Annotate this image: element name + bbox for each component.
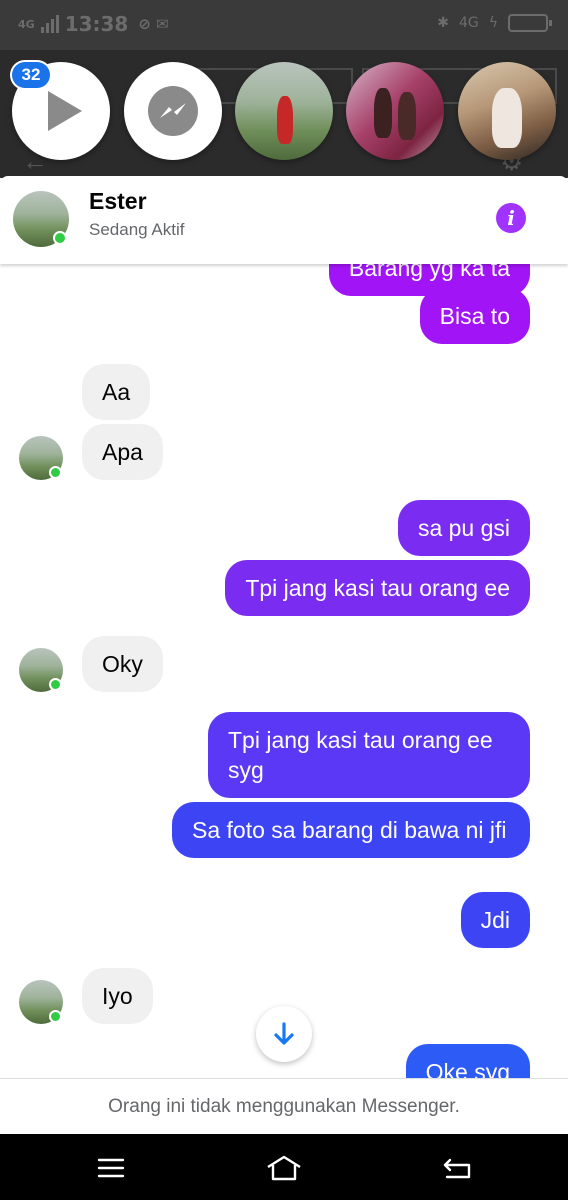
message-bubble-sent[interactable]: Tpi jang kasi tau orang ee syg — [208, 712, 530, 798]
message-bubble-sent[interactable]: Sa foto sa barang di bawa ni jfi — [172, 802, 530, 858]
menu-icon[interactable] — [91, 1152, 131, 1184]
arrow-down-icon — [274, 1022, 294, 1045]
message-bubble-sent[interactable]: Oke syg — [405, 1044, 530, 1078]
contact-status: Sedang Aktif — [89, 220, 185, 239]
home-icon[interactable] — [264, 1152, 304, 1184]
system-navigation-bar — [0, 1134, 568, 1200]
status-bar: 4G 13:38 ⊘ ✉ ✱ 4G ϟ — [0, 0, 568, 50]
notification-badge: 32 — [12, 62, 50, 88]
online-indicator — [49, 466, 62, 479]
scroll-to-bottom-button[interactable] — [256, 1006, 312, 1062]
message-thread[interactable]: Barang yg ka ta Bisa to Aa Apa sa pu gsi… — [0, 264, 568, 1078]
contact-chat-head-3[interactable] — [458, 62, 556, 160]
network-type: 4G — [18, 17, 35, 31]
message-bubble-received[interactable]: Oky — [82, 636, 163, 692]
messenger-notice: Orang ini tidak menggunakan Messenger. — [0, 1078, 568, 1134]
notification-icons: ⊘ ✉ — [138, 15, 169, 33]
message-bubble-sent[interactable]: sa pu gsi — [397, 500, 530, 556]
message-bubble-sent[interactable]: Tpi jang kasi tau orang ee — [225, 560, 530, 616]
play-icon — [48, 91, 82, 131]
online-indicator — [49, 678, 62, 691]
message-bubble-received[interactable]: Aa — [82, 364, 151, 420]
online-indicator — [53, 231, 67, 245]
message-bubble-sent[interactable]: Bisa to — [419, 288, 530, 344]
info-icon[interactable]: i — [496, 203, 526, 233]
message-bubble-received[interactable]: Apa — [82, 424, 163, 480]
charging-icon: ϟ — [488, 15, 498, 31]
online-indicator — [49, 1010, 62, 1023]
message-bubble-received[interactable]: Iyo — [82, 968, 153, 1024]
contact-chat-head-2[interactable] — [346, 62, 444, 160]
clock: 13:38 — [64, 12, 129, 36]
signal-icon — [40, 15, 59, 33]
battery-icon — [508, 14, 552, 32]
bluetooth-icon: ✱ — [437, 15, 449, 31]
messenger-chat-head[interactable] — [124, 62, 222, 160]
contact-name[interactable]: Ester — [89, 188, 147, 215]
contact-chat-head-ester[interactable] — [235, 62, 333, 160]
chat-header: Ester Sedang Aktif i — [0, 176, 568, 264]
back-icon[interactable] — [437, 1152, 477, 1184]
messenger-icon — [148, 86, 198, 136]
message-bubble-sent[interactable]: Jdi — [460, 892, 530, 948]
network-type-right: 4G — [458, 15, 479, 31]
